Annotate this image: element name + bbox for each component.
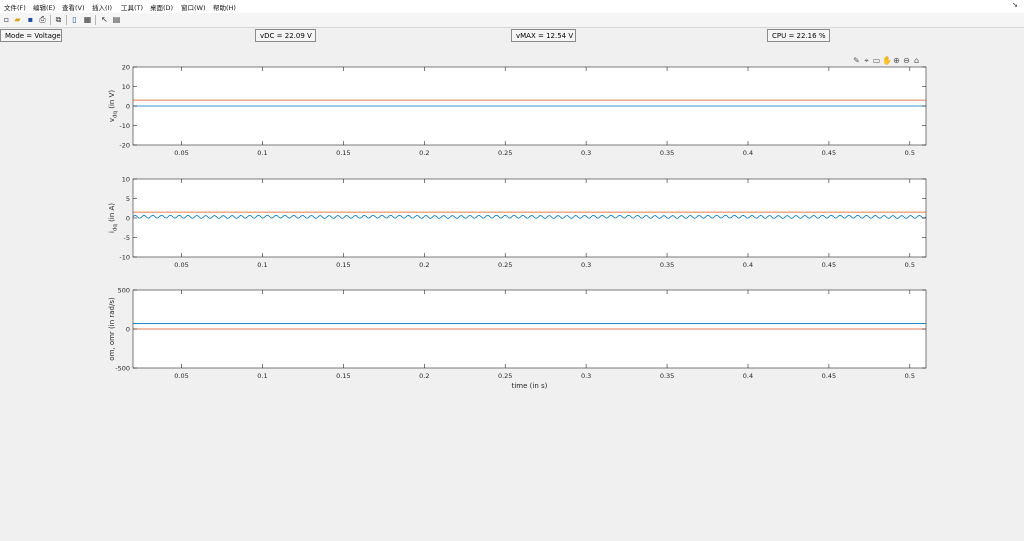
- y-tick-label: -10: [119, 253, 130, 261]
- y-tick-label: -20: [119, 141, 130, 149]
- y-tick-label: 10: [122, 175, 130, 183]
- x-tick-label: 0.45: [822, 261, 836, 269]
- y-axis-label: om, omr (in rad/s): [108, 297, 116, 361]
- x-axis-label: time (in s): [512, 382, 548, 390]
- plots-canvas: 0.05 0.1 0.15 0.2 0.25 0.3 0.35 0.4 0.45 0.5-20-1…: [108, 63, 927, 390]
- y-axis-label: idq (in A): [108, 203, 119, 233]
- x-tick-label: 0.35: [660, 149, 674, 157]
- subplot-1: 0.05 0.1 0.15 0.2 0.25 0.3 0.35 0.4 0.45 0.5 -20 -1…: [108, 63, 927, 157]
- x-tick-label: 0.05: [174, 149, 188, 157]
- x-tick-label: 0.25: [498, 261, 512, 269]
- y-tick-label: -5: [124, 234, 130, 242]
- x-tick-label: 0.4: [743, 372, 753, 380]
- x-tick-label: 0.15: [336, 261, 350, 269]
- subplot-2: 0.05 0.1 0.15 0.2 0.25 0.3 0.35 0.4 0.45 0.5 -10 -5…: [108, 175, 927, 269]
- x-tick-label: 0.25: [498, 372, 512, 380]
- y-tick-label: -500: [115, 364, 130, 372]
- x-tick-label: 0.4: [743, 261, 753, 269]
- y-tick-label: -10: [119, 122, 130, 130]
- x-tick-label: 0.15: [336, 149, 350, 157]
- x-tick-label: 0.4: [743, 149, 753, 157]
- x-tick-label: 0.2: [419, 372, 429, 380]
- x-tick-label: 0.45: [822, 372, 836, 380]
- subplot-3: 0.05 0.1 0.15 0.2 0.25 0.3 0.35 0.4 0.45 0.5 -500 0…: [108, 286, 927, 390]
- x-tick-label: 0.3: [581, 149, 591, 157]
- x-tick-label: 0.5: [905, 372, 915, 380]
- x-tick-label: 0.2: [419, 149, 429, 157]
- x-tick-label: 0.45: [822, 149, 836, 157]
- x-tick-label: 0.1: [257, 149, 267, 157]
- x-tick-label: 0.5: [905, 149, 915, 157]
- x-tick-label: 0.5: [905, 261, 915, 269]
- y-tick-label: 5: [126, 195, 130, 203]
- x-tick-label: 0.1: [257, 372, 267, 380]
- x-tick-label: 0.1: [257, 261, 267, 269]
- x-tick-label: 0.35: [660, 261, 674, 269]
- y-tick-label: 500: [118, 286, 130, 294]
- x-tick-label: 0.25: [498, 149, 512, 157]
- y-tick-label: 20: [122, 63, 130, 71]
- x-tick-label: 0.3: [581, 372, 591, 380]
- y-tick-label: 0: [126, 325, 130, 333]
- y-tick-label: 10: [122, 83, 130, 91]
- y-tick-label: 0: [126, 214, 130, 222]
- x-tick-label: 0.05: [174, 261, 188, 269]
- x-tick-label: 0.05: [174, 372, 188, 380]
- y-axis-label: vdq (in V): [108, 90, 119, 122]
- x-tick-label: 0.35: [660, 372, 674, 380]
- y-tick-label: 0: [126, 102, 130, 110]
- x-tick-label: 0.2: [419, 261, 429, 269]
- x-tick-label: 0.15: [336, 372, 350, 380]
- x-tick-label: 0.3: [581, 261, 591, 269]
- axes-box: [132, 178, 927, 258]
